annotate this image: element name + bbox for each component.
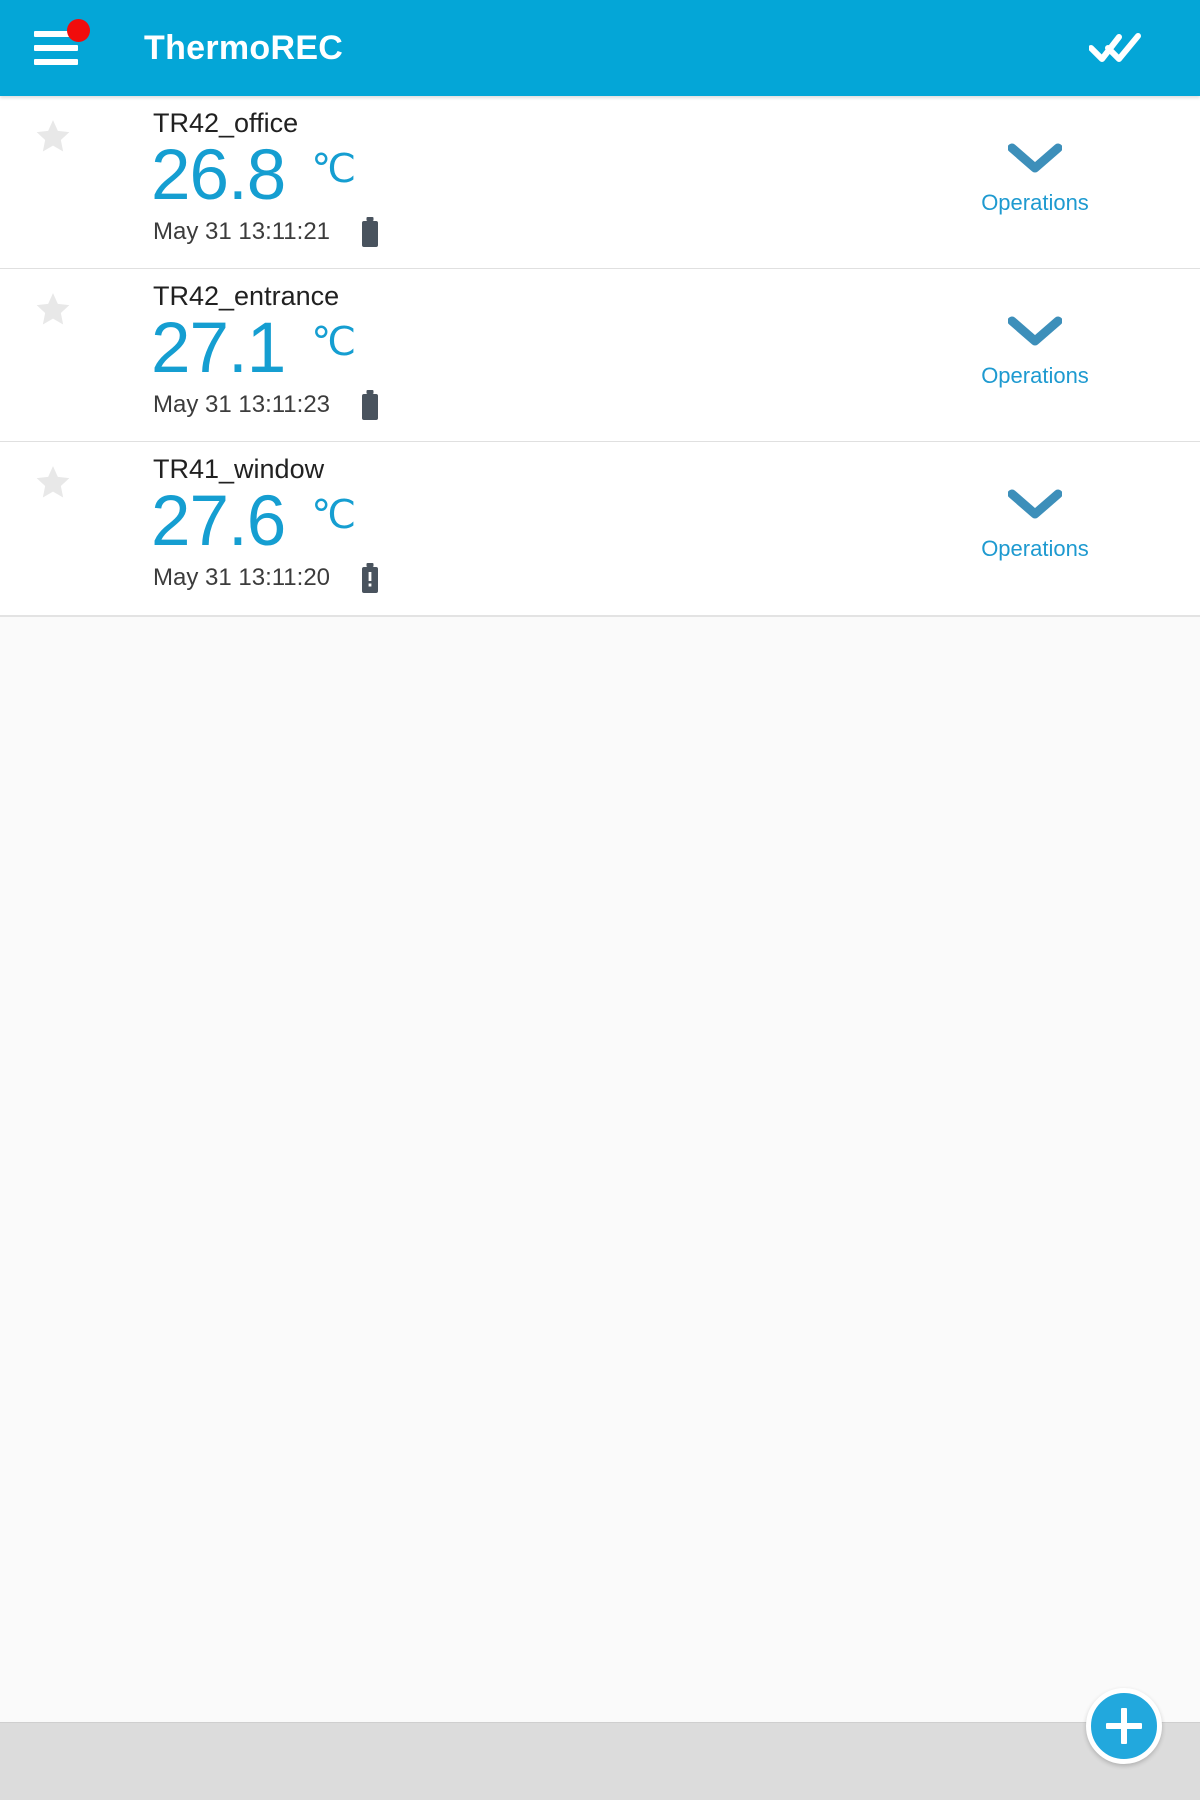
last-updated-timestamp: May 31 13:11:21: [153, 217, 331, 245]
select-all-button[interactable]: [1080, 13, 1150, 83]
page-title: ThermoREC: [144, 29, 344, 67]
empty-content-area: [0, 617, 1200, 1722]
temperature-unit: ℃: [311, 320, 357, 364]
sensor-info: TR41_window 27.6 ℃ May 31 13:11:20: [105, 442, 870, 615]
operations-button[interactable]: Operations: [870, 96, 1200, 268]
star-outline-icon: [36, 466, 69, 498]
temperature-display: 26.8 ℃: [151, 136, 870, 215]
sensor-list: TR42_office 26.8 ℃ May 31 13:11:21 Opera…: [0, 96, 1200, 617]
double-check-icon: [1089, 33, 1141, 62]
sensor-info: TR42_office 26.8 ℃ May 31 13:11:21: [105, 96, 870, 268]
temperature-unit: ℃: [311, 147, 357, 191]
temperature-unit: ℃: [311, 493, 357, 537]
battery-status: [360, 562, 380, 594]
last-updated-timestamp: May 31 13:11:20: [153, 563, 331, 591]
plus-icon-vertical: [1121, 1708, 1127, 1744]
hamburger-menu-button[interactable]: [34, 16, 98, 80]
operations-button[interactable]: Operations: [870, 442, 1200, 615]
temperature-value: 27.1: [151, 309, 286, 388]
star-outline-icon: [36, 293, 69, 325]
list-item[interactable]: TR41_window 27.6 ℃ May 31 13:11:20 Opera…: [0, 442, 1200, 615]
chevron-down-icon: [1007, 143, 1063, 178]
favorite-star-button[interactable]: [0, 269, 105, 441]
last-updated-timestamp: May 31 13:11:23: [153, 390, 331, 418]
operations-button[interactable]: Operations: [870, 269, 1200, 441]
temperature-value: 26.8: [151, 136, 286, 215]
hamburger-menu-icon-line-3: [34, 59, 78, 65]
temperature-display: 27.6 ℃: [151, 482, 870, 561]
sensor-info: TR42_entrance 27.1 ℃ May 31 13:11:23: [105, 269, 870, 441]
app-bar: ThermoREC: [0, 0, 1200, 96]
sensor-name: TR42_entrance: [153, 281, 340, 311]
temperature-value: 27.6: [151, 482, 286, 561]
add-device-fab[interactable]: [1086, 1688, 1162, 1764]
sensor-name: TR42_office: [153, 108, 299, 138]
operations-label: Operations: [981, 536, 1089, 561]
app-root: ThermoREC TR42_office 26.8 ℃ May 31 13:1…: [0, 0, 1200, 1800]
notification-dot-badge-icon: [67, 19, 90, 42]
sensor-meta: May 31 13:11:23: [153, 389, 870, 421]
operations-label: Operations: [981, 362, 1089, 388]
battery-status: [360, 216, 380, 248]
chevron-down-icon: [1007, 489, 1063, 524]
battery-full-icon: [362, 389, 379, 420]
sensor-name: TR41_window: [153, 454, 325, 484]
sensor-meta: May 31 13:11:21: [153, 216, 870, 248]
favorite-star-button[interactable]: [0, 96, 105, 268]
hamburger-menu-icon-line-2: [34, 45, 78, 51]
list-item[interactable]: TR42_entrance 27.1 ℃ May 31 13:11:23 Ope…: [0, 269, 1200, 442]
list-item[interactable]: TR42_office 26.8 ℃ May 31 13:11:21 Opera…: [0, 96, 1200, 269]
star-outline-icon: [36, 120, 69, 152]
battery-status: [360, 389, 380, 421]
sensor-meta: May 31 13:11:20: [153, 562, 870, 594]
temperature-display: 27.1 ℃: [151, 309, 870, 388]
favorite-star-button[interactable]: [0, 442, 105, 615]
operations-label: Operations: [981, 189, 1089, 215]
bottom-bar: [0, 1688, 1200, 1800]
chevron-down-icon: [1007, 316, 1063, 351]
battery-full-icon: [362, 216, 379, 247]
battery-alert-icon: [362, 562, 379, 593]
